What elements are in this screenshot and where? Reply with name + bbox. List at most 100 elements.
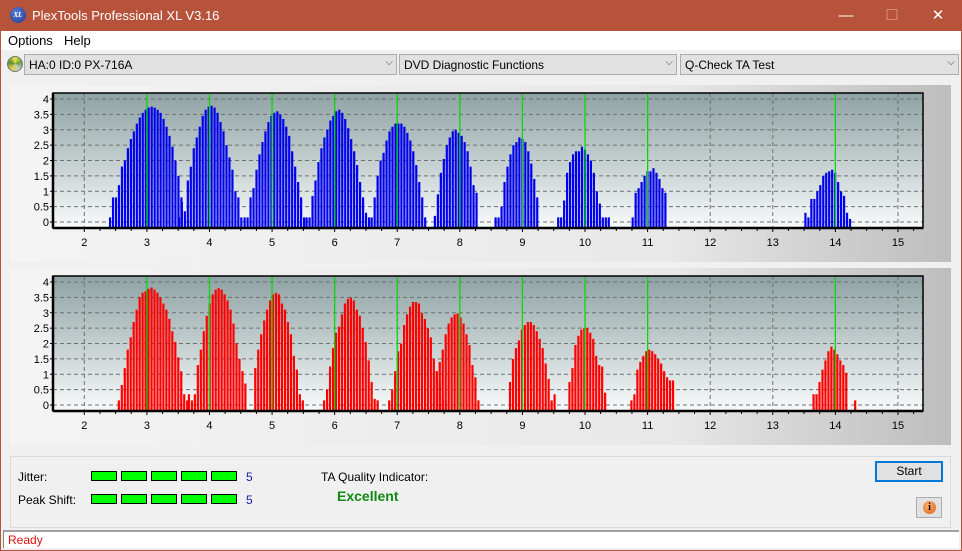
histogram-bar (825, 172, 828, 228)
histogram-bar (347, 128, 350, 228)
histogram-bar (117, 400, 120, 411)
histogram-bar (532, 325, 535, 411)
histogram-bar (320, 148, 323, 228)
histogram-bar (305, 217, 308, 228)
drive-select[interactable]: HA:0 ID:0 PX-716A ⌵ (24, 54, 397, 75)
y-tick-label: 0.5 (34, 385, 49, 397)
histogram-bar (515, 142, 518, 228)
peak-shift-value: 5 (246, 493, 253, 507)
histogram-bar (394, 371, 397, 411)
histogram-bar (671, 380, 675, 411)
histogram-bar (497, 217, 500, 228)
histogram-bar (577, 151, 581, 228)
histogram-bar (190, 400, 193, 411)
menu-options[interactable]: Options (8, 33, 53, 48)
histogram-bar (331, 348, 335, 411)
status-bar: Ready (3, 530, 959, 548)
histogram-bar (426, 328, 429, 411)
x-tick-label: 11 (642, 237, 653, 249)
histogram-bar (509, 154, 512, 228)
histogram-bar (186, 180, 189, 228)
histogram-bar (812, 394, 815, 411)
histogram-bar (405, 314, 409, 411)
menu-help[interactable]: Help (64, 33, 91, 48)
histogram-bar (512, 145, 515, 228)
x-tick-label: 15 (892, 420, 904, 432)
histogram-bar (135, 123, 138, 228)
y-tick-label: 3 (43, 308, 49, 320)
histogram-bar (429, 337, 432, 411)
histogram-bar (340, 314, 344, 411)
histogram-bar (400, 123, 403, 228)
histogram-bar (162, 118, 165, 228)
histogram-bar (837, 182, 840, 228)
x-tick-label: 3 (144, 420, 150, 432)
meter-segment (181, 471, 207, 481)
histogram-bar (300, 197, 303, 228)
histogram-bar (141, 112, 144, 228)
histogram-bar (108, 217, 112, 228)
histogram-bar (408, 306, 412, 411)
histogram-bar (506, 166, 509, 228)
histogram-bar (141, 292, 144, 411)
menu-bar: Options Help (1, 31, 961, 50)
x-tick-label: 15 (892, 237, 904, 249)
histogram-bar (409, 140, 412, 228)
meter-segment (121, 471, 147, 481)
histogram-bar (367, 360, 370, 411)
histogram-bar (475, 192, 478, 228)
histogram-bar (574, 345, 577, 411)
histogram-bar (114, 197, 118, 228)
info-button[interactable]: i (916, 497, 942, 518)
histogram-bar (159, 112, 162, 228)
histogram-bar (174, 341, 177, 411)
histogram-bar (821, 369, 824, 411)
minimize-button[interactable]: — (823, 0, 869, 31)
histogram-bar (364, 341, 367, 411)
histogram-bar (273, 112, 276, 228)
x-tick-label: 6 (332, 420, 338, 432)
histogram-bar (153, 107, 156, 228)
histogram-bar (500, 206, 503, 228)
histogram-bar (660, 363, 663, 411)
histogram-bar (219, 122, 222, 228)
histogram-bar (235, 343, 238, 411)
histogram-bar (477, 400, 480, 411)
histogram-bar (343, 303, 347, 411)
histogram-bar (252, 188, 255, 228)
y-tick-label: 4 (43, 277, 49, 289)
histogram-bar (538, 338, 541, 411)
status-text: Ready (8, 533, 43, 547)
histogram-bar (244, 383, 247, 411)
function-select[interactable]: DVD Diagnostic Functions ⌵ (399, 54, 677, 75)
histogram-bar (283, 309, 287, 411)
histogram-bar (634, 192, 637, 228)
histogram-bar (421, 197, 424, 228)
histogram-bar (344, 118, 347, 228)
maximize-button[interactable]: ☐ (869, 0, 915, 31)
histogram-bar (341, 112, 344, 228)
histogram-bar (441, 349, 444, 411)
histogram-bar (463, 142, 466, 228)
histogram-bar (269, 300, 272, 411)
histogram-bar (329, 120, 332, 228)
disc-icon (7, 56, 23, 72)
histogram-bar (228, 157, 231, 228)
start-button[interactable]: Start (875, 461, 943, 482)
histogram-bar (183, 211, 186, 228)
test-select[interactable]: Q-Check TA Test ⌵ (680, 54, 959, 75)
histogram-bar (454, 129, 457, 228)
histogram-bar (586, 328, 589, 411)
histogram-bar (580, 146, 584, 228)
histogram-bar (828, 171, 831, 228)
histogram-bar (639, 361, 642, 411)
histogram-bar (589, 160, 593, 228)
histogram-bar (460, 135, 463, 228)
histogram-bar (391, 126, 394, 228)
histogram-bar (388, 131, 391, 228)
x-tick-label: 2 (81, 237, 87, 249)
close-button[interactable]: ✕ (915, 0, 961, 31)
chevron-down-icon: ⌵ (665, 57, 673, 68)
histogram-bar (607, 217, 610, 228)
histogram-bar (277, 294, 281, 411)
